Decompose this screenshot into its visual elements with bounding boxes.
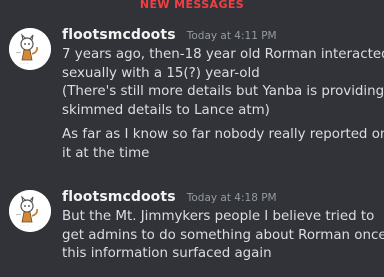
message-header: flootsmcdoots Today at 4:18 PM — [62, 186, 380, 208]
message-text-line: As far as I know so far nobody really re… — [62, 127, 384, 142]
user-avatar[interactable]: ~ ~ ~ — [9, 28, 51, 70]
chat-message-list: NEW MESSAGES ~ ~ ~ flootsmcdoots Today a… — [0, 0, 384, 277]
cartoon-avatar-icon: ~ ~ ~ — [9, 28, 51, 70]
message-text-line: this information surfaced again — [62, 246, 272, 261]
new-messages-divider[interactable]: NEW MESSAGES — [0, 0, 384, 11]
message-timestamp[interactable]: Today at 4:11 PM — [187, 30, 277, 42]
message-text-line: 7 years ago, then-18 year old Rorman int… — [62, 47, 384, 62]
username[interactable]: flootsmcdoots — [62, 27, 176, 43]
message-body: flootsmcdoots Today at 4:18 PM But the M… — [62, 186, 384, 264]
message-text-line: (There's still more details but Yanba is… — [62, 84, 384, 99]
username[interactable]: flootsmcdoots — [62, 189, 176, 205]
message-text-line: But the Mt. Jimmykers people I believe t… — [62, 209, 375, 224]
message-text-line: it at the time — [62, 145, 150, 161]
message-text-line: skimmed details to Lance atm) — [62, 102, 270, 118]
message-timestamp[interactable]: Today at 4:18 PM — [187, 192, 277, 204]
svg-text:~ ~ ~: ~ ~ ~ — [19, 62, 29, 66]
new-messages-label: NEW MESSAGES — [133, 0, 251, 11]
message-body: flootsmcdoots Today at 4:11 PM 7 years a… — [62, 24, 384, 163]
cartoon-avatar-icon: ~ ~ ~ — [9, 190, 51, 232]
user-avatar[interactable]: ~ ~ ~ — [9, 190, 51, 232]
message-text-line: sexually with a 15(?) year-old — [62, 65, 260, 81]
message-text-line: get admins to do something about Rorman … — [62, 227, 384, 243]
message-header: flootsmcdoots Today at 4:11 PM — [62, 24, 380, 46]
svg-text:~ ~ ~: ~ ~ ~ — [19, 224, 29, 228]
